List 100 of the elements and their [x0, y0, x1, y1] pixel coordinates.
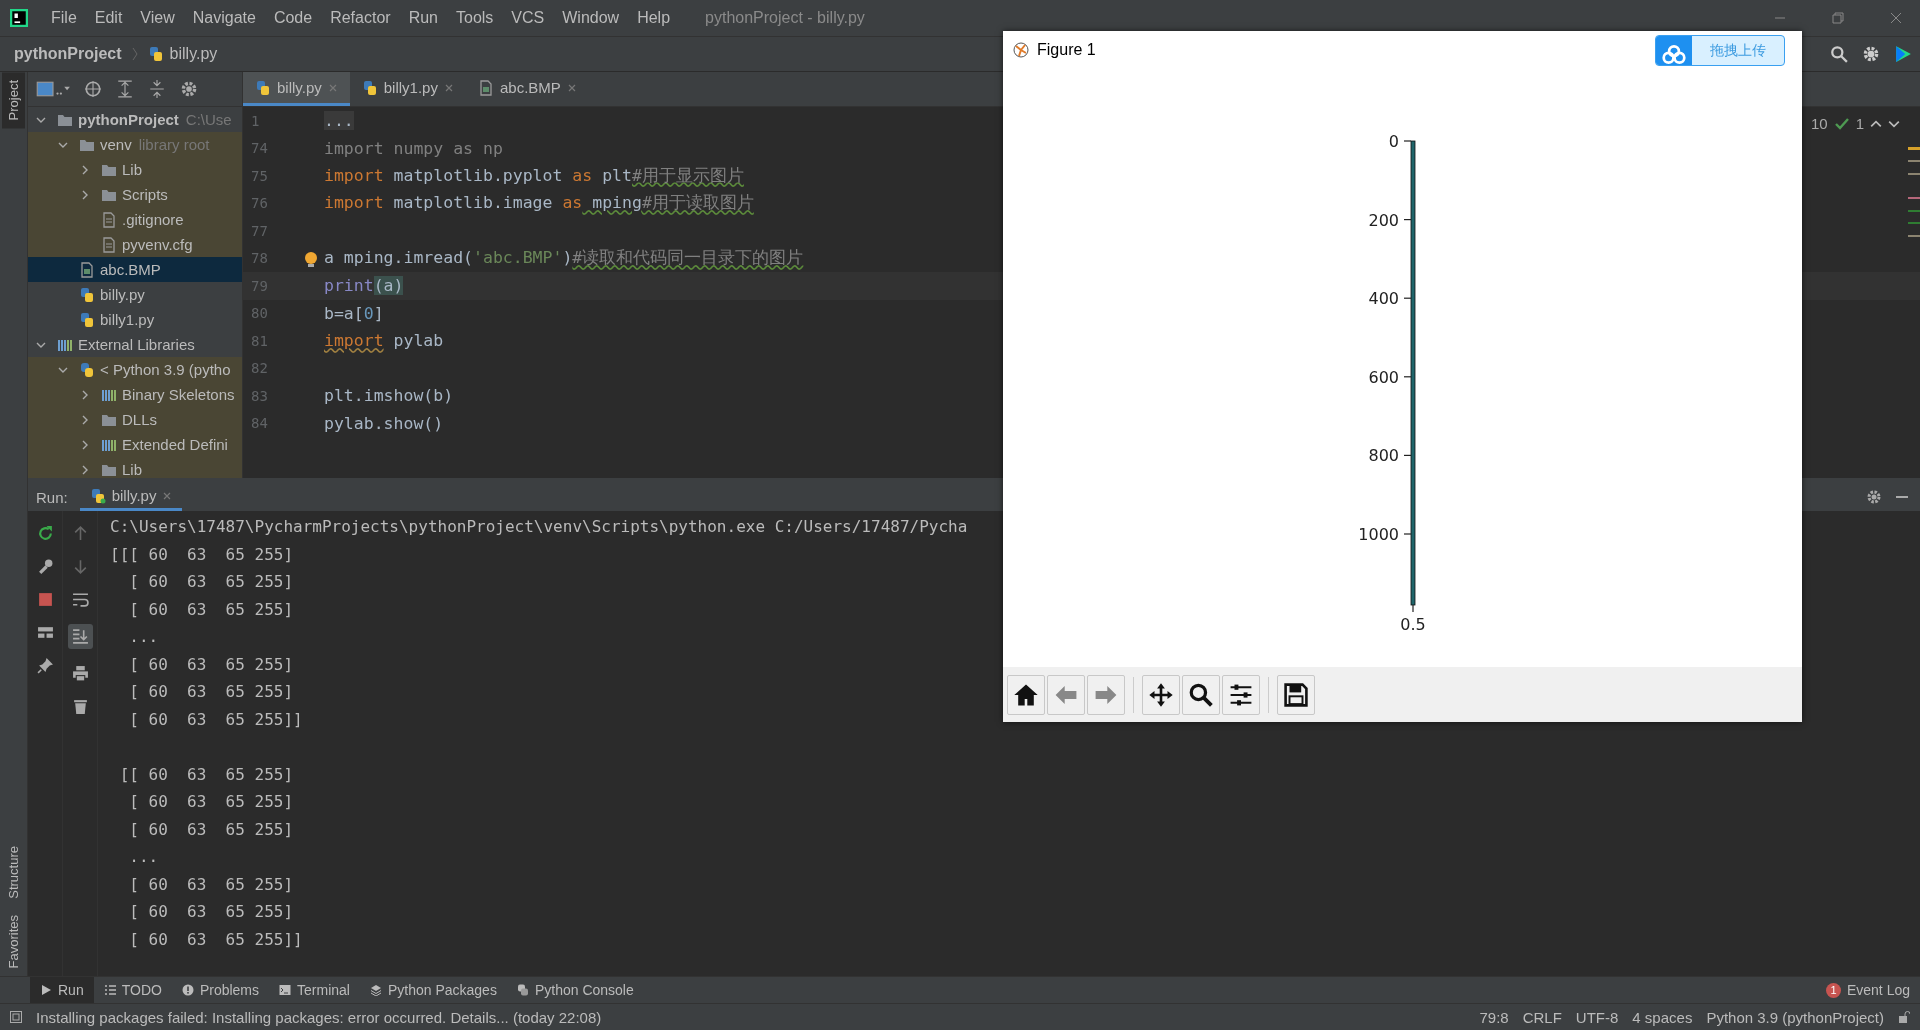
status-item[interactable]: Python 3.9 (pythonProject) — [1706, 1008, 1884, 1026]
tick-label: 200 — [1368, 210, 1399, 230]
rerun-icon[interactable] — [36, 525, 54, 542]
settings-icon[interactable] — [1866, 489, 1882, 505]
stop-icon[interactable] — [36, 591, 54, 608]
editor-tab[interactable]: billy1.py — [349, 72, 466, 106]
close-icon[interactable] — [443, 82, 454, 93]
zoom-button[interactable] — [1182, 674, 1220, 715]
code-line: import matplotlib.image as mping#用于读取图片 — [324, 192, 754, 215]
chevron-icon[interactable] — [80, 389, 90, 400]
move-icon — [1148, 681, 1174, 708]
tree-item[interactable]: DLLs — [28, 407, 242, 432]
status-item[interactable]: 79:8 — [1479, 1008, 1509, 1026]
tree-item[interactable]: billy.py — [28, 282, 242, 307]
output-line: [ 60 63 65 255] — [128, 873, 294, 896]
tool-window-tab[interactable]: Structure — [2, 837, 25, 907]
menu-item[interactable]: VCS — [502, 9, 554, 27]
close-icon[interactable] — [566, 82, 577, 93]
close-icon[interactable] — [1890, 12, 1902, 24]
tree-item[interactable]: .gitignore — [28, 207, 242, 232]
tree-item[interactable]: < Python 3.9 (pytho — [28, 357, 242, 382]
chevron-icon[interactable] — [80, 464, 90, 475]
tool-window-tab[interactable]: Python Packages — [359, 977, 507, 1003]
menu-item[interactable]: Help — [628, 9, 680, 27]
lightbulb-icon[interactable] — [303, 250, 319, 267]
tool-window-tab[interactable]: Python Console — [506, 977, 644, 1003]
menu-item[interactable]: Run — [399, 9, 447, 27]
forward-button[interactable] — [1087, 674, 1125, 715]
chevron-icon — [131, 47, 138, 61]
event-log-tab[interactable]: 1 Event Log — [1815, 977, 1920, 1003]
collapse-all-icon[interactable] — [148, 80, 166, 98]
line-number: 78 — [250, 250, 269, 267]
breadcrumb-item[interactable]: pythonProject — [14, 45, 122, 63]
view-mode-icon[interactable] — [36, 80, 70, 98]
configure-button[interactable] — [1222, 674, 1260, 715]
tick-mark — [1403, 297, 1412, 299]
chevron-icon[interactable] — [80, 414, 90, 425]
menu-item[interactable]: Refactor — [321, 9, 400, 27]
python-file-icon — [79, 311, 95, 328]
status-item[interactable]: UTF-8 — [1575, 1008, 1619, 1026]
pin-icon[interactable] — [36, 657, 54, 674]
settings-icon[interactable] — [1862, 45, 1880, 63]
weak-warning-count[interactable]: 1 — [1855, 115, 1864, 132]
tree-item[interactable]: External Libraries — [28, 332, 242, 357]
file-icon — [101, 211, 117, 228]
chevron-icon[interactable] — [80, 189, 90, 200]
tree-item[interactable]: Lib — [28, 157, 242, 182]
soft-wrap-icon[interactable] — [71, 591, 89, 608]
chevron-icon[interactable] — [80, 439, 90, 450]
tree-item[interactable]: abc.BMP — [28, 257, 242, 282]
status-item[interactable]: CRLF — [1522, 1008, 1562, 1026]
locate-icon[interactable] — [84, 80, 102, 98]
tool-window-tab[interactable]: Favorites — [2, 906, 25, 976]
close-icon[interactable] — [162, 490, 173, 501]
menu-item[interactable]: Window — [553, 9, 629, 27]
trash-icon[interactable] — [71, 698, 89, 715]
breadcrumb-item[interactable]: billy.py — [169, 45, 218, 63]
tree-item[interactable]: pythonProject C:\Use — [28, 107, 242, 132]
tree-item[interactable]: Scripts — [28, 182, 242, 207]
restore-icon[interactable] — [1832, 12, 1844, 24]
wrench-icon[interactable] — [36, 558, 54, 575]
tree-item[interactable]: Lib — [28, 457, 242, 478]
tool-window-tab[interactable]: TODO — [93, 977, 172, 1003]
tick-mark — [1412, 604, 1414, 613]
tree-item[interactable]: venv library root — [28, 132, 242, 157]
output-line: [ 60 63 65 255] — [128, 598, 294, 621]
scroll-to-end-icon[interactable] — [67, 624, 93, 649]
layout-icon[interactable] — [36, 624, 54, 641]
menu-item[interactable]: File — [42, 9, 86, 27]
home-button[interactable] — [1007, 674, 1045, 715]
tree-item[interactable]: Binary Skeletons — [28, 382, 242, 407]
panel-toggle-icon[interactable] — [10, 1011, 22, 1023]
menu-item[interactable]: View — [131, 9, 184, 27]
menu-item[interactable]: Code — [264, 9, 322, 27]
menu-item[interactable]: Navigate — [183, 9, 265, 27]
tool-window-tab[interactable]: Problems — [171, 977, 270, 1003]
save-button[interactable] — [1277, 674, 1315, 715]
tree-item[interactable]: pyvenv.cfg — [28, 232, 242, 257]
tick-mark — [1403, 454, 1412, 456]
settings-icon[interactable] — [180, 80, 198, 98]
print-icon[interactable] — [71, 665, 89, 682]
lock-icon[interactable] — [1898, 1011, 1910, 1023]
tool-window-tab[interactable]: Terminal — [269, 977, 360, 1003]
editor-tab[interactable]: billy.py — [243, 72, 350, 106]
tree-item[interactable]: Extended Defini — [28, 432, 242, 457]
search-icon[interactable] — [1830, 45, 1848, 63]
tool-window-tab[interactable]: Project — [2, 72, 25, 129]
status-message[interactable]: Installing packages failed: Installing packages: error occurred. Details... (today 22:08) — [36, 1008, 602, 1026]
expand-all-icon[interactable] — [116, 80, 134, 98]
warning-count[interactable]: 10 — [1810, 115, 1828, 132]
editor-tab[interactable]: abc.BMP — [465, 72, 589, 106]
tree-item[interactable]: billy1.py — [28, 307, 242, 332]
status-item[interactable]: 4 spaces — [1632, 1008, 1693, 1026]
menu-item[interactable]: Edit — [85, 9, 132, 27]
menu-item[interactable]: Tools — [447, 9, 503, 27]
chevron-icon[interactable] — [80, 164, 90, 175]
pan-button[interactable] — [1142, 674, 1180, 715]
tick-mark — [1403, 533, 1412, 535]
tool-window-tab[interactable]: Run — [30, 977, 94, 1003]
plugin-logo-icon[interactable] — [1894, 45, 1912, 63]
